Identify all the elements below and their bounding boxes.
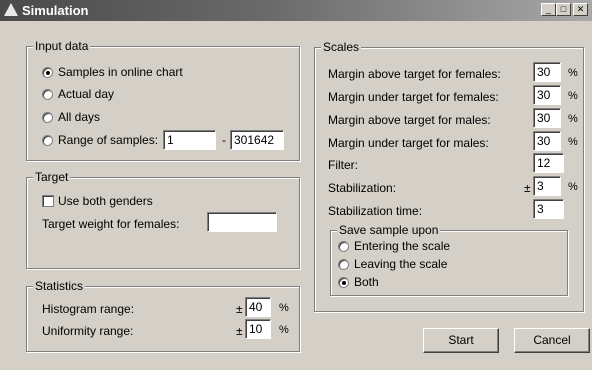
use-both-genders-label: Use both genders xyxy=(58,194,153,208)
histogram-plus-minus: ± xyxy=(236,302,243,316)
histogram-unit: % xyxy=(279,302,289,314)
range-separator: - xyxy=(222,133,226,147)
histogram-range-label: Histogram range: xyxy=(42,302,135,316)
radio-label-leaving-the-scale: Leaving the scale xyxy=(354,257,448,271)
window-title: Simulation xyxy=(22,3,89,18)
cancel-button[interactable]: Cancel xyxy=(514,328,590,353)
simulation-window: Simulation _ □ ✕ Input data Samples in o… xyxy=(0,0,592,370)
stabilization-input[interactable]: 3 xyxy=(533,176,561,196)
radio-actual-day[interactable] xyxy=(42,89,53,100)
filter-input[interactable]: 12 xyxy=(533,153,564,173)
radio-all-days[interactable] xyxy=(42,112,53,123)
margin-above-females-unit: % xyxy=(568,67,578,79)
margin-under-females-unit: % xyxy=(568,90,578,102)
stabilization-unit: % xyxy=(568,181,578,193)
uniformity-plus-minus: ± xyxy=(236,324,243,338)
scale-row-label: Stabilization: xyxy=(328,181,397,195)
radio-label-entering-the-scale: Entering the scale xyxy=(354,239,451,253)
uniformity-range-label: Uniformity range: xyxy=(42,324,134,338)
radio-both[interactable] xyxy=(338,277,349,288)
title-bar[interactable]: Simulation _ □ ✕ xyxy=(0,0,592,21)
scales-legend: Scales xyxy=(321,40,362,54)
scale-row-label: Margin above target for females: xyxy=(328,67,501,81)
margin-under-females-input[interactable]: 30 xyxy=(533,85,561,105)
scale-row-label: Margin above target for males: xyxy=(328,113,491,127)
radio-label-range-of-samples: Range of samples: xyxy=(58,133,159,147)
stabilization-plus-minus: ± xyxy=(524,181,531,195)
radio-samples-in-online-chart[interactable] xyxy=(42,67,53,78)
close-button[interactable]: ✕ xyxy=(573,3,588,16)
use-both-genders-checkbox[interactable] xyxy=(42,195,54,207)
margin-under-males-unit: % xyxy=(568,136,578,148)
scale-row-label: Margin under target for females: xyxy=(328,90,499,104)
histogram-range-input[interactable]: 40 xyxy=(245,297,271,317)
app-icon xyxy=(4,3,18,16)
radio-label-both: Both xyxy=(354,275,379,289)
margin-above-males-input[interactable]: 30 xyxy=(533,108,561,128)
statistics-legend: Statistics xyxy=(33,279,86,293)
radio-label-samples-in-online-chart: Samples in online chart xyxy=(58,65,183,79)
radio-label-all-days: All days xyxy=(58,110,101,124)
input-data-legend: Input data xyxy=(33,39,91,53)
radio-range-of-samples[interactable] xyxy=(42,135,53,146)
target-legend: Target xyxy=(33,170,71,184)
scale-row-label: Stabilization time: xyxy=(328,204,423,218)
stabilization-time-input[interactable]: 3 xyxy=(533,199,564,219)
target-weight-label: Target weight for females: xyxy=(42,217,180,231)
uniformity-range-input[interactable]: 10 xyxy=(245,319,271,339)
save-sample-legend: Save sample upon xyxy=(337,223,441,237)
scale-row-label: Filter: xyxy=(328,158,358,172)
start-button[interactable]: Start xyxy=(423,328,499,353)
range-from-input[interactable]: 1 xyxy=(163,130,216,150)
radio-label-actual-day: Actual day xyxy=(58,87,115,101)
range-to-input[interactable]: 301642 xyxy=(230,130,284,150)
minimize-button[interactable]: _ xyxy=(541,3,556,16)
radio-leaving-the-scale[interactable] xyxy=(338,259,349,270)
margin-above-females-input[interactable]: 30 xyxy=(533,62,561,82)
maximize-button[interactable]: □ xyxy=(556,3,571,16)
margin-above-males-unit: % xyxy=(568,113,578,125)
radio-entering-the-scale[interactable] xyxy=(338,241,349,252)
target-weight-input[interactable] xyxy=(207,212,277,232)
margin-under-males-input[interactable]: 30 xyxy=(533,131,561,151)
scale-row-label: Margin under target for males: xyxy=(328,136,489,150)
uniformity-unit: % xyxy=(279,324,289,336)
